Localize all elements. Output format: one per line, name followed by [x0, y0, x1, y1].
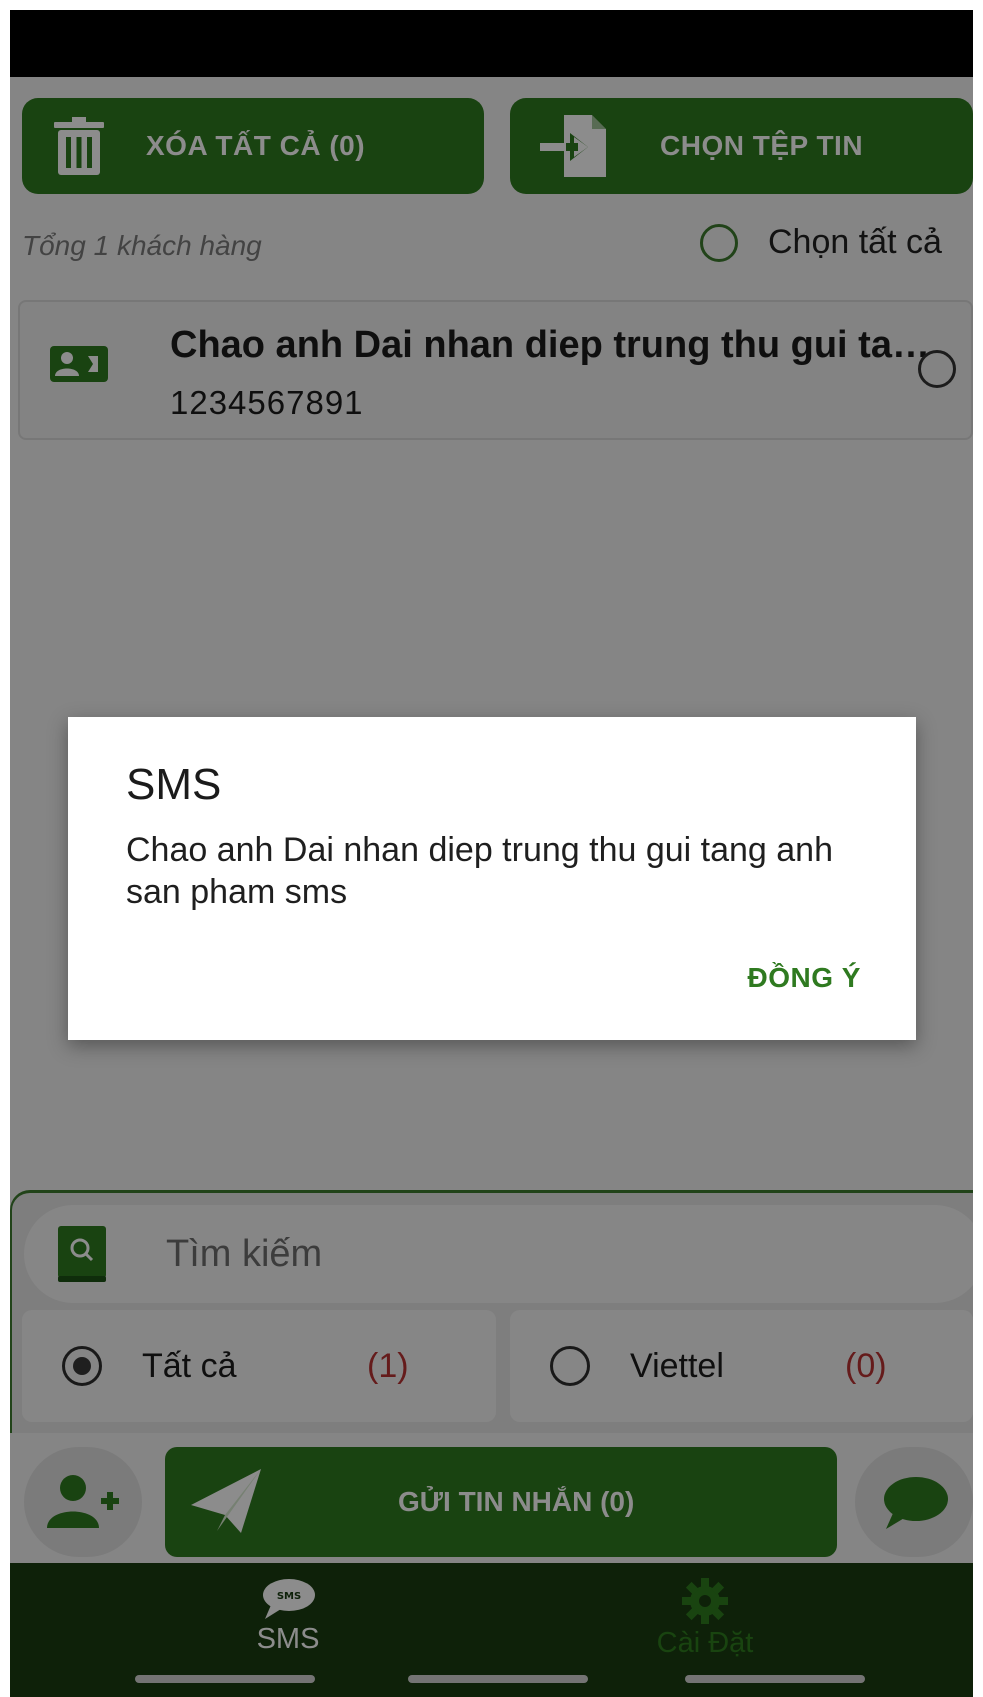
sms-dialog: SMS Chao anh Dai nhan diep trung thu gui… [68, 717, 916, 1040]
app-screen: XÓA TẤT CẢ (0) CHỌN TỆP TIN Tổng 1 khách… [10, 10, 973, 1697]
dialog-title: SMS [126, 760, 222, 809]
dialog-message: Chao anh Dai nhan diep trung thu gui tan… [126, 831, 833, 911]
dialog-ok-button[interactable]: ĐỒNG Ý [748, 962, 861, 994]
